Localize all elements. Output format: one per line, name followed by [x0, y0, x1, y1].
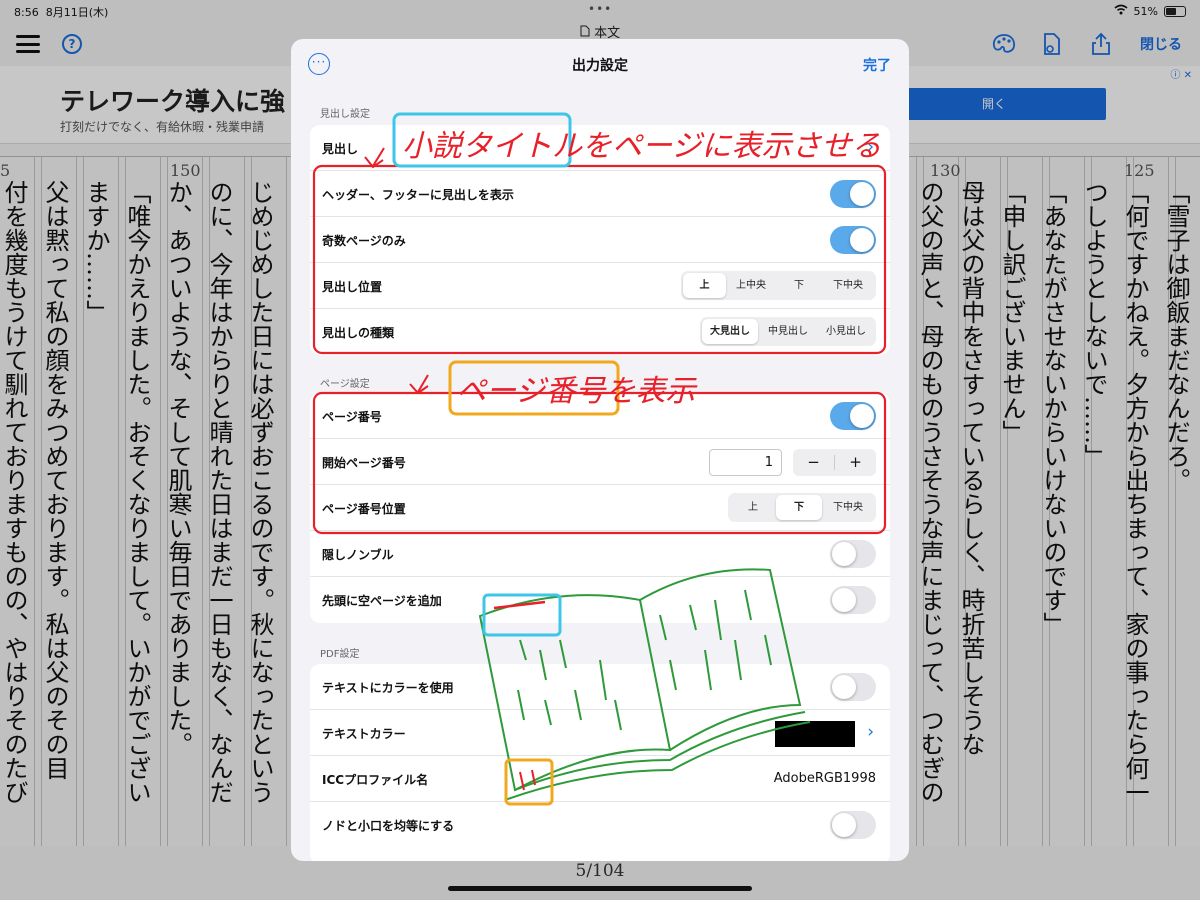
heading-type-row: 見出しの種類 大見出し 中見出し 小見出し [310, 309, 890, 355]
row-label: テキストにカラーを使用 [322, 681, 454, 695]
section-label-page: ページ設定 [320, 379, 370, 390]
segment-large-heading[interactable]: 大見出し [702, 319, 758, 344]
row-label: ページ番号位置 [322, 502, 406, 516]
section-label-pdf: PDF設定 [320, 649, 360, 660]
segment-top-center[interactable]: 上中央 [726, 273, 776, 298]
section-label-heading: 見出し設定 [320, 109, 370, 120]
annotation-page-note: ページ番号を表示 [456, 374, 696, 409]
increment-button[interactable]: + [835, 449, 876, 476]
show-heading-in-header-footer-row: ヘッダー、フッターに見出しを表示 [310, 171, 890, 217]
segment-bottom-center[interactable]: 下中央 [822, 273, 874, 298]
use-text-color-toggle[interactable] [830, 673, 876, 701]
row-label: 先頭に空ページを追加 [322, 594, 442, 608]
row-label: ノドと小口を均等にする [322, 819, 455, 833]
text-color-row[interactable]: テキストカラー › [310, 710, 890, 756]
segment-small-heading[interactable]: 小見出し [818, 319, 874, 344]
row-label: ヘッダー、フッターに見出しを表示 [322, 188, 514, 202]
odd-pages-only-toggle[interactable] [830, 226, 876, 254]
hidden-nombre-row: 隠しノンブル [310, 531, 890, 577]
heading-type-segmented: 大見出し 中見出し 小見出し [700, 317, 876, 346]
heading-position-row: 見出し位置 上 上中央 下 下中央 [310, 263, 890, 309]
segment-medium-heading[interactable]: 中見出し [758, 319, 818, 344]
row-label: 奇数ページのみ [322, 234, 406, 248]
hidden-nombre-toggle[interactable] [830, 540, 876, 568]
modal-title: 出力設定 [572, 58, 628, 74]
annotation-title-note: 小説タイトルをページに表示させる [402, 129, 882, 164]
blank-first-page-row: 先頭に空ページを追加 [310, 577, 890, 623]
heading-row-label: 見出し [322, 142, 359, 156]
start-page-stepper: − + [793, 449, 876, 476]
row-label: ページ番号 [322, 410, 382, 424]
home-indicator[interactable] [448, 886, 752, 891]
segment-top[interactable]: 上 [730, 495, 776, 520]
icc-profile-value[interactable]: AdobeRGB1998 [774, 771, 876, 786]
modal-header: ··· 出力設定 完了 [291, 39, 909, 89]
row-label: ICCプロファイル名 [322, 773, 429, 787]
start-page-input[interactable]: 1 [709, 449, 782, 476]
chevron-right-icon: › [867, 722, 874, 742]
segment-bottom[interactable]: 下 [776, 495, 822, 520]
done-button[interactable]: 完了 [863, 55, 891, 75]
page-number-position-segmented: 上 下 下中央 [728, 493, 876, 522]
page-number-position-row: ページ番号位置 上 下 下中央 [310, 485, 890, 531]
heading-position-segmented: 上 上中央 下 下中央 [681, 271, 876, 300]
row-label: 開始ページ番号 [322, 456, 406, 470]
text-color-swatch[interactable] [775, 721, 855, 747]
row-label: 隠しノンブル [322, 548, 394, 562]
equalize-edges-row: ノドと小口を均等にする [310, 802, 890, 848]
decrement-button[interactable]: − [793, 449, 834, 476]
segment-top[interactable]: 上 [683, 273, 726, 298]
equalize-edges-toggle[interactable] [830, 811, 876, 839]
show-heading-in-header-footer-toggle[interactable] [830, 180, 876, 208]
icc-profile-row: ICCプロファイル名 AdobeRGB1998 [310, 756, 890, 802]
start-page-row: 開始ページ番号 1 − + [310, 439, 890, 485]
use-text-color-row: テキストにカラーを使用 [310, 664, 890, 710]
pdf-settings-group: テキストにカラーを使用 テキストカラー › ICCプロファイル名 AdobeRG… [310, 664, 890, 861]
segment-bottom[interactable]: 下 [776, 273, 822, 298]
row-label: 見出しの種類 [322, 326, 395, 340]
row-label: テキストカラー [322, 727, 406, 741]
page-settings-group: ページ番号 開始ページ番号 1 − + ページ番号位置 上 下 下中央 隠しノン… [310, 393, 890, 623]
segment-bottom-center[interactable]: 下中央 [822, 495, 874, 520]
odd-pages-only-row: 奇数ページのみ [310, 217, 890, 263]
page-number-toggle[interactable] [830, 402, 876, 430]
row-label: 見出し位置 [322, 280, 383, 294]
blank-first-page-toggle[interactable] [830, 586, 876, 614]
